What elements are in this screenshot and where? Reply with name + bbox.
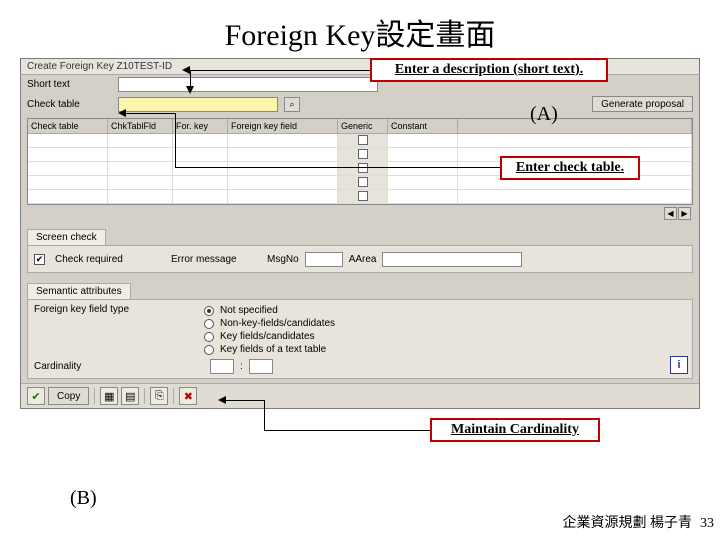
slide-page-number: 33 xyxy=(700,516,714,532)
cardinality-label: Cardinality xyxy=(34,361,204,372)
callout-cardinality: Maintain Cardinality xyxy=(430,418,600,442)
radio-label: Key fields of a text table xyxy=(220,344,326,355)
table-row[interactable] xyxy=(28,190,692,204)
scroll-left-icon[interactable]: ◀ xyxy=(664,207,677,220)
leader-line xyxy=(226,400,264,401)
col-check-table: Check table xyxy=(28,119,108,134)
semantic-attributes-tab: Semantic attributes xyxy=(27,283,131,299)
generic-checkbox[interactable] xyxy=(358,177,368,187)
radio-text-table[interactable] xyxy=(204,345,214,355)
toolbar-icon-2[interactable]: ▤ xyxy=(121,387,139,405)
separator xyxy=(144,388,145,404)
f4-help-icon[interactable]: ⌕ xyxy=(284,97,300,112)
col-for-key: For. key xyxy=(173,119,228,134)
scroll-right-icon[interactable]: ▶ xyxy=(678,207,691,220)
screen-check-panel: ✔ Check required Error message MsgNo AAr… xyxy=(27,245,693,273)
semantic-attributes-panel: Foreign key field type Not specified Non… xyxy=(27,299,693,379)
callout-short-text: Enter a description (short text). xyxy=(370,58,608,82)
check-required-checkbox[interactable]: ✔ xyxy=(34,254,45,265)
ok-button[interactable]: ✔ xyxy=(27,387,45,405)
slide-footer: 企業資源規劃 楊子青 xyxy=(563,512,693,532)
cancel-button[interactable]: ✖ xyxy=(179,387,197,405)
short-text-input[interactable] xyxy=(118,77,378,92)
leader-line xyxy=(190,70,370,71)
leader-line xyxy=(126,113,176,114)
info-icon[interactable]: i xyxy=(670,356,688,374)
col-spacer xyxy=(458,119,692,134)
radio-label: Not specified xyxy=(220,305,278,316)
fk-field-type-label: Foreign key field type xyxy=(34,304,204,356)
copy-button[interactable]: Copy xyxy=(48,387,89,405)
generate-proposal-button[interactable]: Generate proposal xyxy=(592,96,693,112)
radio-label: Non-key-fields/candidates xyxy=(220,318,335,329)
toolbar-icon-3[interactable]: ⎘ xyxy=(150,387,168,405)
leader-line xyxy=(175,167,500,168)
toolbar-icon-1[interactable]: ▦ xyxy=(100,387,118,405)
aarea-label: AArea xyxy=(349,254,377,265)
generic-checkbox[interactable] xyxy=(358,149,368,159)
arrowhead-icon xyxy=(186,86,194,94)
marker-b: (B) xyxy=(70,487,97,510)
short-text-label: Short text xyxy=(27,79,112,90)
radio-not-specified[interactable] xyxy=(204,306,214,316)
leader-line xyxy=(264,430,430,431)
marker-a: (A) xyxy=(530,103,558,126)
callout-check-table: Enter check table. xyxy=(500,156,640,180)
dialog-toolbar: ✔ Copy ▦ ▤ ⎘ ✖ xyxy=(21,383,699,408)
radio-label: Key fields/candidates xyxy=(220,331,315,342)
separator xyxy=(94,388,95,404)
generic-checkbox[interactable] xyxy=(358,163,368,173)
arrowhead-icon xyxy=(218,396,226,404)
slide-title: Foreign Key設定畫面 xyxy=(0,0,720,58)
arrowhead-icon xyxy=(182,66,190,74)
colon-sep: : xyxy=(240,361,243,372)
cardinality-right-input[interactable] xyxy=(249,359,273,374)
msgno-input[interactable] xyxy=(305,252,343,267)
col-chktablfld: ChkTablFld xyxy=(108,119,173,134)
aarea-input[interactable] xyxy=(382,252,522,267)
arrowhead-icon xyxy=(118,109,126,117)
table-row[interactable] xyxy=(28,134,692,148)
generic-checkbox[interactable] xyxy=(358,191,368,201)
radio-key[interactable] xyxy=(204,332,214,342)
screen-check-tab: Screen check xyxy=(27,229,106,245)
cardinality-left-input[interactable] xyxy=(210,359,234,374)
col-foreign-key-field: Foreign key field xyxy=(228,119,338,134)
leader-line xyxy=(264,400,265,430)
leader-line xyxy=(175,113,176,168)
msgno-label: MsgNo xyxy=(267,254,299,265)
col-constant: Constant xyxy=(388,119,458,134)
check-required-label: Check required xyxy=(55,254,165,265)
radio-nonkey[interactable] xyxy=(204,319,214,329)
col-generic: Generic xyxy=(338,119,388,134)
check-table-label: Check table xyxy=(27,99,112,110)
leader-line xyxy=(190,70,191,86)
error-message-label: Error message xyxy=(171,254,261,265)
check-table-input[interactable] xyxy=(118,97,278,112)
generic-checkbox[interactable] xyxy=(358,135,368,145)
separator xyxy=(173,388,174,404)
